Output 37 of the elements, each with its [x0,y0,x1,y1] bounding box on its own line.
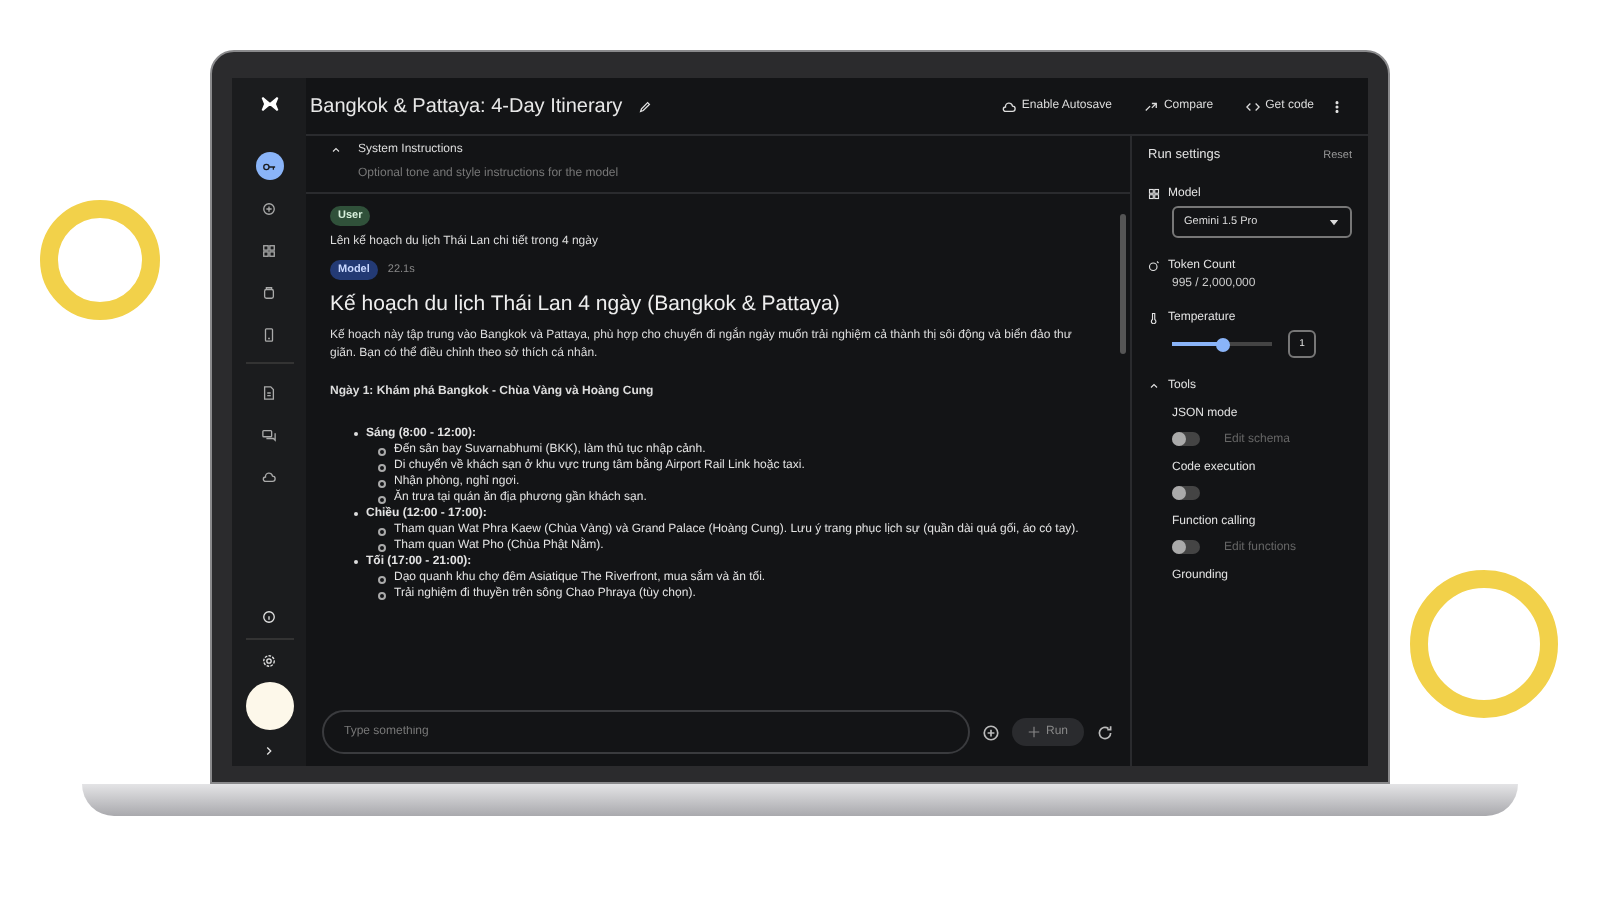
add-button[interactable] [981,723,1000,741]
cloud-icon [1001,99,1016,113]
rail-button[interactable] [255,152,283,180]
ring-decoration [40,200,160,320]
token-icon [1148,260,1160,272]
compare-icon [1143,99,1158,113]
pencil-icon [638,99,653,113]
toggle-switch[interactable] [1172,486,1200,500]
phone-icon [262,327,276,341]
grid-icon [262,243,276,257]
refresh-icon [1096,723,1114,741]
thermometer-icon [1148,312,1160,324]
response-heading: Kế hoạch du lịch Thái Lan 4 ngày (Bangkok & Pattaya) [330,292,842,316]
logo-icon [259,94,279,114]
grid-icon [1148,188,1160,200]
more-icon [1330,99,1344,113]
chat-icon [262,427,276,441]
caret-icon [1328,216,1340,228]
chevron-icon [262,744,276,758]
sparkle-icon [1027,726,1040,738]
document-icon [262,385,276,399]
toggle-switch[interactable] [1172,432,1200,446]
code-icon [1245,99,1260,113]
cloud-icon [262,469,276,483]
key-icon [262,159,276,173]
avatar[interactable] [245,682,293,730]
info-icon [262,610,276,624]
plus-circle-icon [262,201,276,215]
chevron-up-icon[interactable] [330,144,342,156]
chevron-up-icon[interactable] [1148,380,1160,392]
plus-circle-icon [981,723,1000,741]
toggle-switch[interactable] [1172,540,1200,554]
refresh-button[interactable] [1096,723,1114,741]
settings-icon [262,654,276,668]
scrollbar[interactable] [1120,214,1126,354]
prompt-title: Bangkok & Pattaya: 4-Day Itinerary [310,95,623,117]
box-icon [262,285,276,299]
